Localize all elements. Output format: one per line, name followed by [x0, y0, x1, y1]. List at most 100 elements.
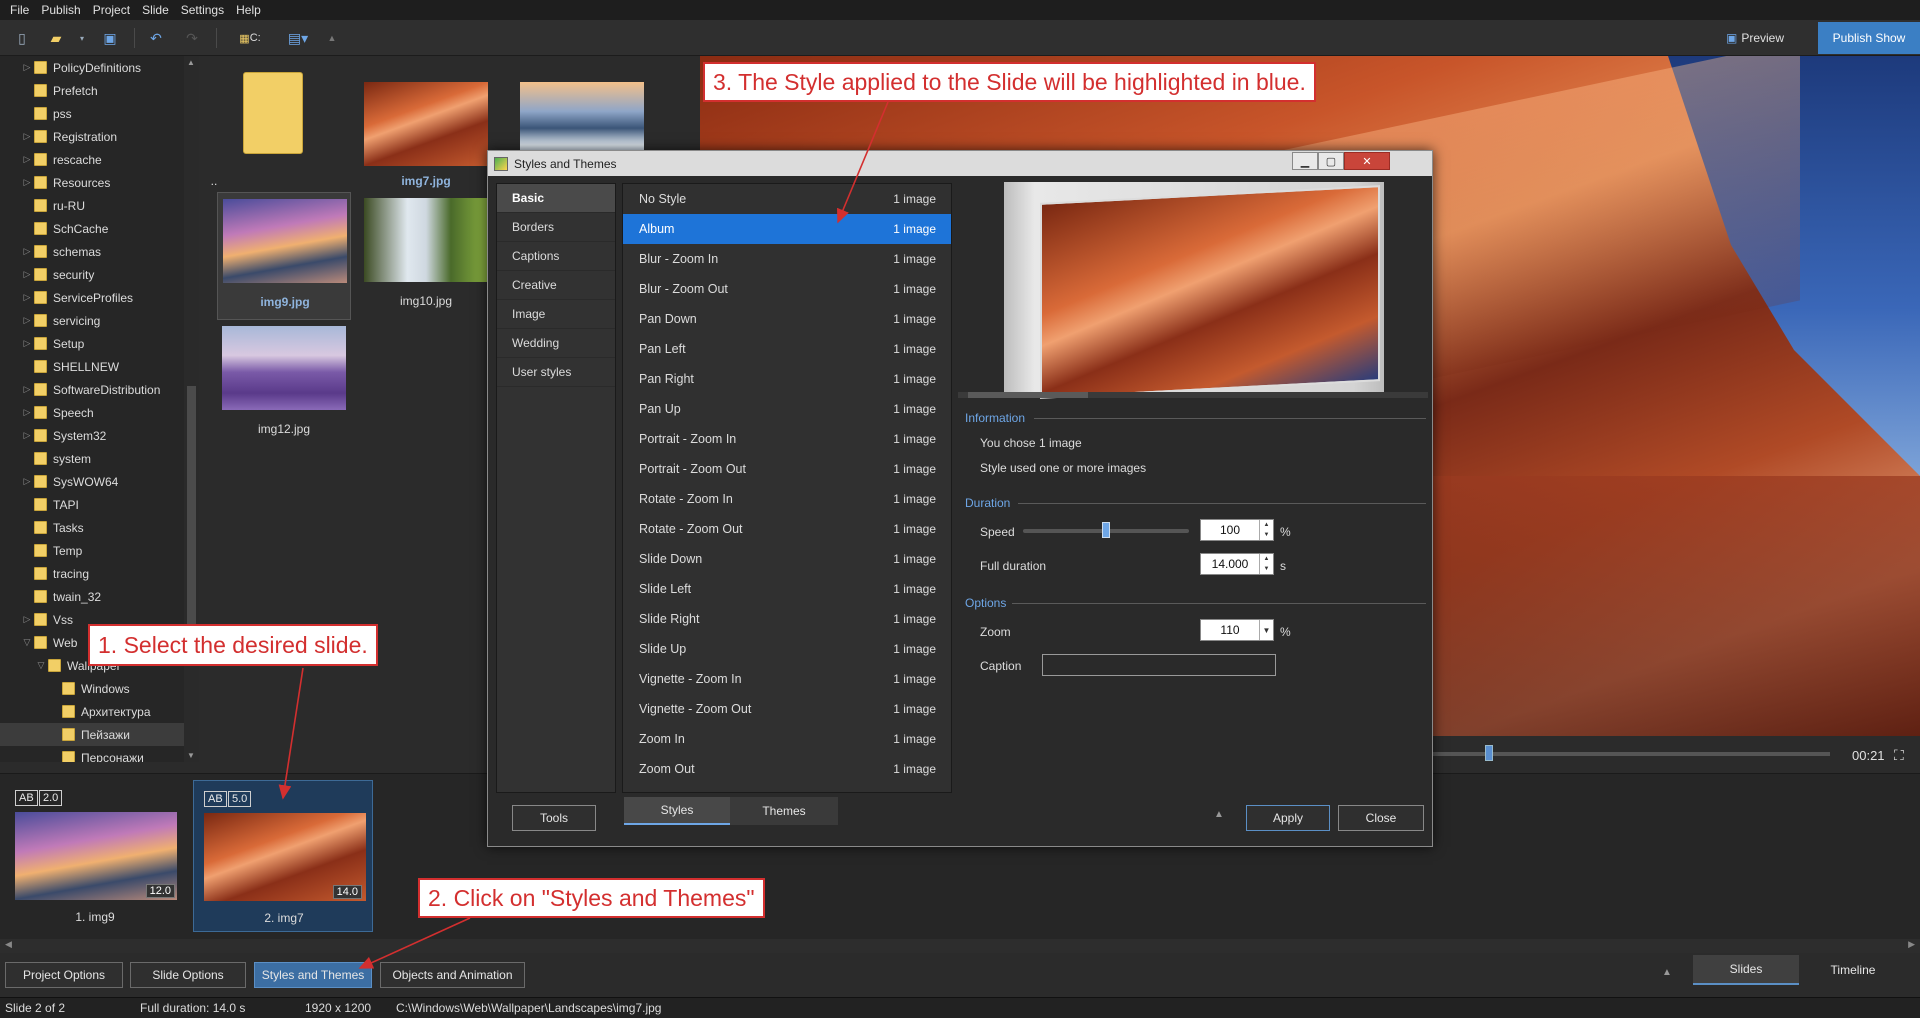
style-list-item[interactable]: Slide Right 1 image	[623, 604, 951, 634]
expand-arrow-icon[interactable]: ▽	[34, 660, 48, 671]
minimize-icon[interactable]: ▁	[1292, 152, 1318, 170]
transition-badge[interactable]: AB	[15, 790, 38, 806]
menu-settings[interactable]: Settings	[175, 3, 230, 17]
expand-arrow-icon[interactable]: ▷	[20, 315, 34, 326]
playback-position-handle[interactable]	[1485, 745, 1493, 761]
slide-thumbnail[interactable]: AB 2.0 12.0 1. img9	[5, 780, 185, 932]
maximize-icon[interactable]: ▢	[1318, 152, 1344, 170]
fullscreen-icon[interactable]: ⛶	[1894, 747, 1904, 764]
expand-arrow-icon[interactable]: ▷	[20, 476, 34, 487]
close-button[interactable]: Close	[1338, 805, 1424, 831]
style-category-item[interactable]: Creative	[497, 271, 615, 300]
tree-item[interactable]: pss	[0, 102, 184, 125]
scroll-down-icon[interactable]: ▼	[187, 751, 195, 760]
style-list-item[interactable]: Slide Up 1 image	[623, 634, 951, 664]
slide-options-button[interactable]: Slide Options	[130, 962, 246, 988]
scrollbar-thumb[interactable]	[187, 386, 196, 626]
menu-slide[interactable]: Slide	[136, 3, 175, 17]
tree-item[interactable]: ▷ Registration	[0, 125, 184, 148]
scroll-left-icon[interactable]: ◀	[5, 939, 12, 950]
tree-item[interactable]: TAPI	[0, 493, 184, 516]
expand-arrow-icon[interactable]: ▷	[20, 384, 34, 395]
menu-help[interactable]: Help	[230, 3, 267, 17]
menu-file[interactable]: File	[4, 3, 35, 17]
style-list-item[interactable]: Portrait - Zoom Out 1 image	[623, 454, 951, 484]
up-arrow-icon[interactable]: ▲	[322, 28, 342, 48]
scroll-right-icon[interactable]: ▶	[1908, 939, 1915, 950]
expand-arrow-icon[interactable]: ▷	[20, 246, 34, 257]
tree-item[interactable]: ▷ System32	[0, 424, 184, 447]
preview-button[interactable]: ▣ Preview	[1718, 26, 1792, 50]
tree-item[interactable]: Архитектура	[0, 700, 184, 723]
tree-item[interactable]: ▷ security	[0, 263, 184, 286]
tab-themes[interactable]: Themes	[730, 797, 838, 825]
objects-and-animation-button[interactable]: Objects and Animation	[380, 962, 525, 988]
new-file-icon[interactable]: ▯	[12, 28, 32, 48]
style-category-item[interactable]: Borders	[497, 213, 615, 242]
tree-item[interactable]: Пейзажи	[0, 723, 184, 746]
tree-item[interactable]: ru-RU	[0, 194, 184, 217]
preview-scrollbar[interactable]	[958, 392, 1428, 398]
style-list-item[interactable]: Pan Left 1 image	[623, 334, 951, 364]
style-category-item[interactable]: Basic	[497, 184, 615, 213]
style-list-item[interactable]: Rotate - Zoom In 1 image	[623, 484, 951, 514]
speed-slider-handle[interactable]	[1102, 522, 1110, 538]
style-list-item[interactable]: Pan Right 1 image	[623, 364, 951, 394]
expand-arrow-icon[interactable]: ▷	[20, 62, 34, 73]
tab-slides[interactable]: Slides	[1693, 955, 1799, 985]
full-duration-input[interactable]: 14.000 ▲ ▼	[1200, 553, 1274, 575]
style-list-item[interactable]: Album 1 image	[623, 214, 951, 244]
expand-arrow-icon[interactable]: ▷	[20, 269, 34, 280]
spin-up-icon[interactable]: ▲	[1260, 520, 1273, 530]
menu-project[interactable]: Project	[87, 3, 136, 17]
tab-styles[interactable]: Styles	[624, 797, 730, 825]
expand-arrow-icon[interactable]: ▷	[20, 292, 34, 303]
dialog-title-bar[interactable]: Styles and Themes ▁ ▢ ✕	[488, 151, 1432, 176]
tree-item[interactable]: ▷ rescache	[0, 148, 184, 171]
undo-icon[interactable]: ↶	[146, 28, 166, 48]
tree-item[interactable]: tracing	[0, 562, 184, 585]
expand-up-icon[interactable]: ▲	[1662, 967, 1672, 978]
tree-item[interactable]: ▷ SysWOW64	[0, 470, 184, 493]
tree-item[interactable]: Prefetch	[0, 79, 184, 102]
tree-item[interactable]: SchCache	[0, 217, 184, 240]
style-category-item[interactable]: Wedding	[497, 329, 615, 358]
open-folder-icon[interactable]: ▰	[46, 28, 66, 48]
style-list-item[interactable]: Zoom In 1 image	[623, 724, 951, 754]
style-list-item[interactable]: No Style 1 image	[623, 184, 951, 214]
style-list-item[interactable]: Slide Left 1 image	[623, 574, 951, 604]
zoom-select[interactable]: 110 ▼	[1200, 619, 1274, 641]
tree-item[interactable]: Temp	[0, 539, 184, 562]
expand-arrow-icon[interactable]: ▷	[20, 131, 34, 142]
scrollbar-thumb[interactable]	[968, 392, 1088, 398]
tree-item[interactable]: ▷ Speech	[0, 401, 184, 424]
tree-item[interactable]: ▷ SoftwareDistribution	[0, 378, 184, 401]
apply-button[interactable]: Apply	[1246, 805, 1330, 831]
publish-show-button[interactable]: Publish Show	[1818, 22, 1920, 54]
tree-item[interactable]: Персонажи	[0, 746, 184, 762]
style-list-item[interactable]: Pan Up 1 image	[623, 394, 951, 424]
open-dropdown-icon[interactable]: ▾	[72, 28, 92, 48]
spin-up-icon[interactable]: ▲	[1260, 554, 1273, 564]
style-category-item[interactable]: User styles	[497, 358, 615, 387]
tree-item[interactable]: ▷ schemas	[0, 240, 184, 263]
style-list-item[interactable]: Pan Down 1 image	[623, 304, 951, 334]
transition-badge[interactable]: AB	[204, 791, 227, 807]
speed-input[interactable]: 100 ▲ ▼	[1200, 519, 1274, 541]
expand-arrow-icon[interactable]: ▷	[20, 430, 34, 441]
expand-arrow-icon[interactable]: ▷	[20, 154, 34, 165]
styles-and-themes-button[interactable]: Styles and Themes	[254, 962, 372, 988]
style-list-item[interactable]: Zoom Out 1 image	[623, 754, 951, 784]
view-mode-icon[interactable]: ▤▾	[284, 28, 312, 48]
close-icon[interactable]: ✕	[1344, 152, 1390, 170]
drive-selector-button[interactable]: ▦ C:	[232, 28, 268, 48]
style-category-item[interactable]: Image	[497, 300, 615, 329]
browser-thumbnail[interactable]: img10.jpg	[359, 192, 493, 320]
browser-thumbnail[interactable]: img7.jpg	[359, 66, 493, 194]
tree-item[interactable]: ▷ ServiceProfiles	[0, 286, 184, 309]
menu-publish[interactable]: Publish	[35, 3, 86, 17]
style-list-item[interactable]: Rotate - Zoom Out 1 image	[623, 514, 951, 544]
style-list-item[interactable]: Blur - Zoom Out 1 image	[623, 274, 951, 304]
tree-item[interactable]: system	[0, 447, 184, 470]
style-list-item[interactable]: Vignette - Zoom Out 1 image	[623, 694, 951, 724]
